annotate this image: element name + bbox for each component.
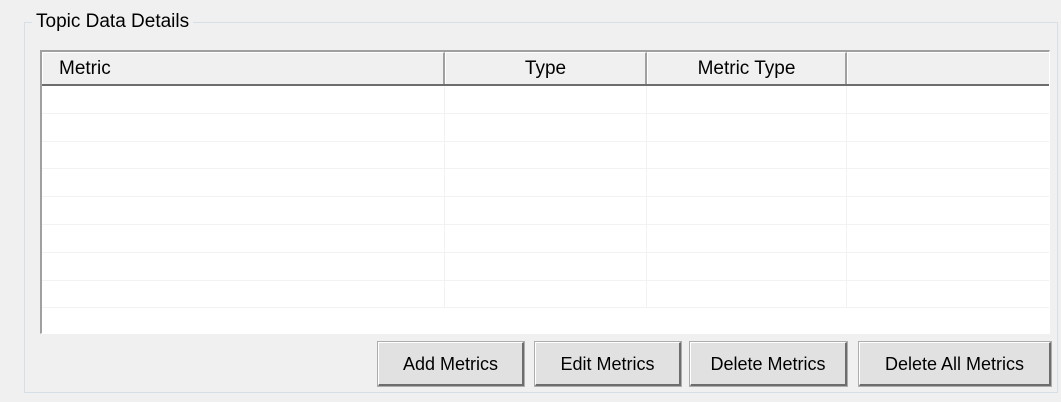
empty-row	[42, 169, 1049, 198]
add-metrics-button[interactable]: Add Metrics	[377, 341, 525, 387]
column-header-type[interactable]: Type	[445, 52, 647, 84]
delete-metrics-button[interactable]: Delete Metrics	[689, 341, 848, 387]
column-header-blank[interactable]	[847, 52, 1049, 84]
empty-row	[42, 197, 1049, 225]
column-header-metric[interactable]: Metric	[42, 52, 445, 84]
listview-header: Metric Type Metric Type	[42, 52, 1049, 86]
delete-all-metrics-button[interactable]: Delete All Metrics	[858, 341, 1052, 387]
empty-row	[42, 113, 1049, 142]
edit-metrics-button[interactable]: Edit Metrics	[534, 341, 682, 387]
empty-row	[42, 141, 1049, 170]
empty-row	[42, 86, 1049, 114]
empty-row	[42, 252, 1049, 281]
column-header-metric-type[interactable]: Metric Type	[647, 52, 847, 84]
groupbox-title: Topic Data Details	[32, 10, 194, 34]
empty-row	[42, 224, 1049, 253]
metrics-listview[interactable]: Metric Type Metric Type	[40, 50, 1050, 334]
listview-body[interactable]	[42, 86, 1049, 332]
empty-row	[42, 280, 1049, 309]
